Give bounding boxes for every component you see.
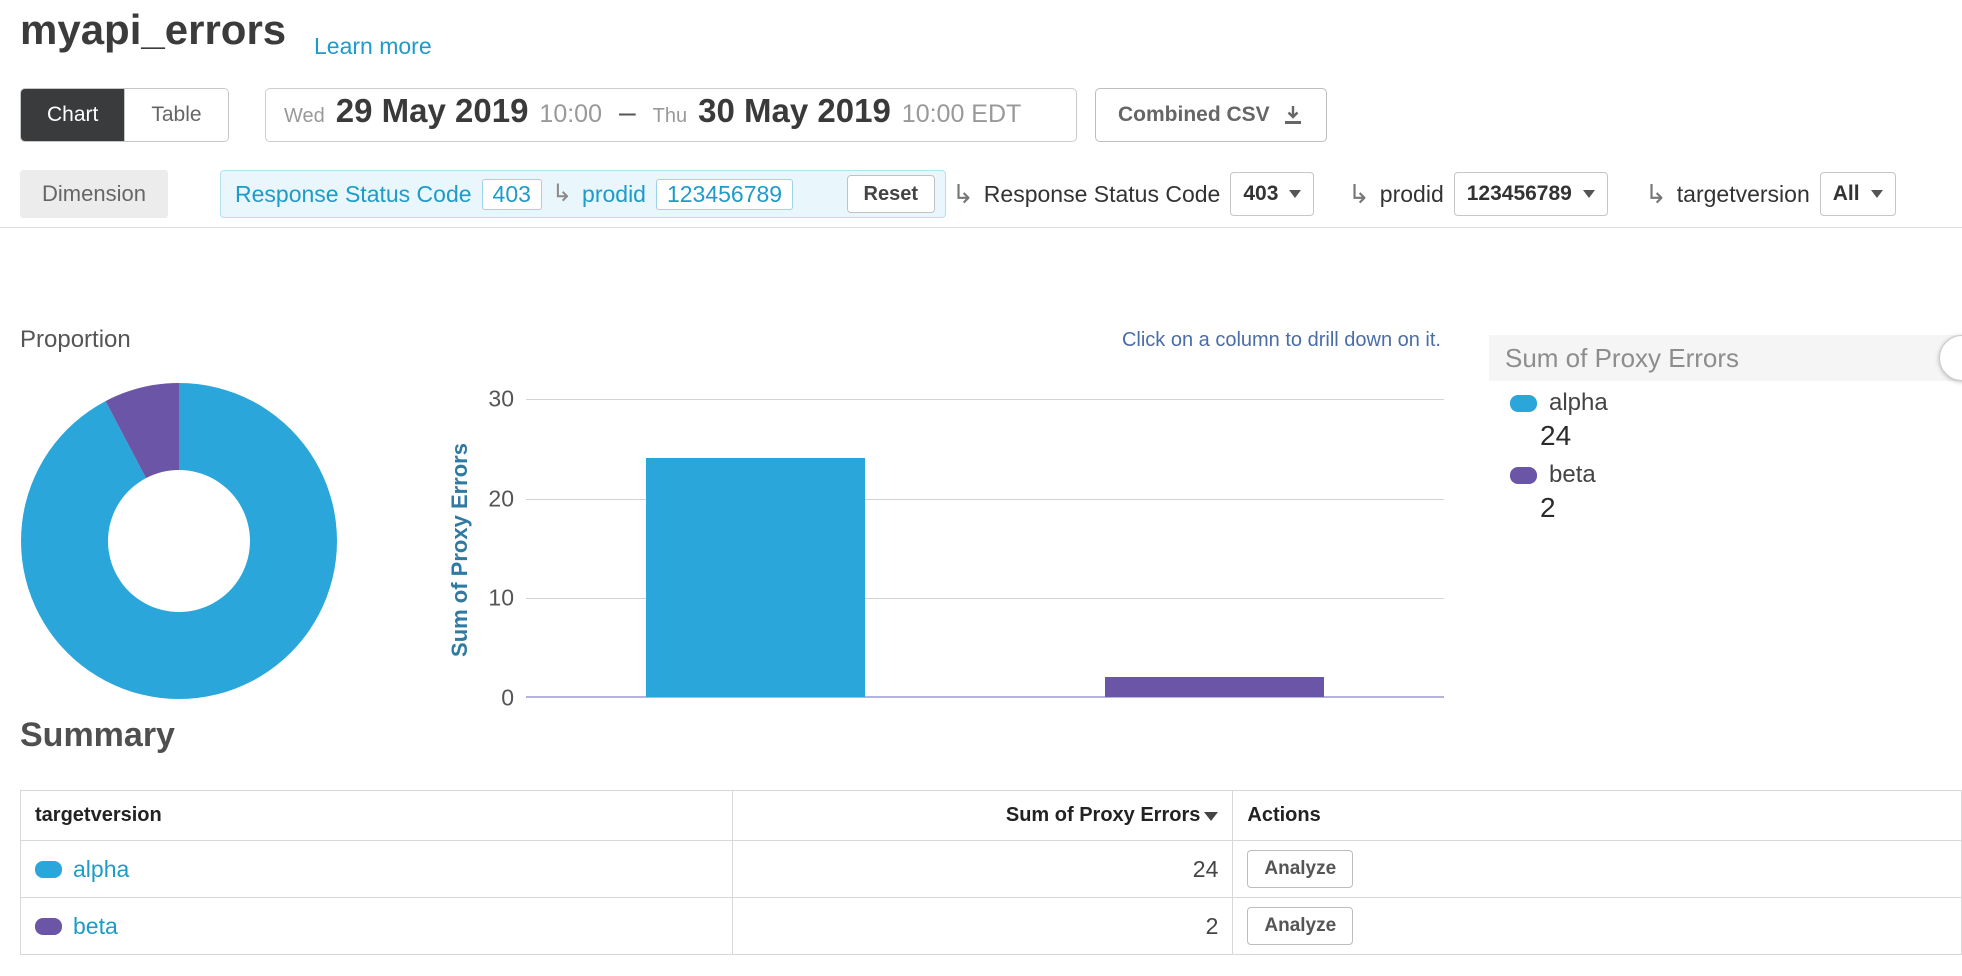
y-tick-30: 30: [468, 386, 514, 413]
legend-item-label: alpha: [1549, 389, 1608, 417]
legend-item-value: 2: [1540, 492, 1556, 524]
drilldown-arrow-icon: ↳: [552, 182, 572, 206]
custom-report-page: myapi_errors Learn more Chart Table Wed …: [0, 0, 1962, 976]
table-row-alpha: alpha 24 Analyze: [21, 841, 1962, 898]
y-tick-20: 20: [468, 486, 514, 513]
end-day: Thu: [653, 105, 687, 128]
alpha-link[interactable]: alpha: [73, 856, 129, 883]
section-divider: [0, 227, 1962, 228]
drilldown-label: Response Status Code: [984, 181, 1221, 208]
col-header-sum-of-proxy-errors[interactable]: Sum of Proxy Errors: [732, 791, 1233, 841]
selected-value: 403: [1243, 182, 1278, 206]
date-range-text: Wed 29 May 2019 10:00 – Thu 30 May 2019 …: [284, 92, 1021, 130]
gridline-30: [526, 399, 1444, 400]
y-tick-0: 0: [468, 685, 514, 712]
learn-more-link[interactable]: Learn more: [314, 33, 432, 60]
end-time: 10:00 EDT: [902, 100, 1022, 129]
start-time: 10:00: [539, 100, 602, 129]
drilldown-arrow-icon: ↳: [1645, 181, 1667, 207]
bar-beta[interactable]: [1105, 677, 1324, 697]
bar-chart-y-axis-label: Sum of Proxy Errors: [447, 443, 473, 657]
analyze-beta-button[interactable]: Analyze: [1247, 907, 1353, 945]
legend-item-value: 24: [1540, 420, 1571, 452]
start-day: Wed: [284, 105, 325, 128]
proportion-label: Proportion: [20, 326, 131, 354]
beta-series-swatch: [35, 918, 62, 935]
table-view-button[interactable]: Table: [124, 89, 227, 141]
drilldown-response-status-code: ↳ Response Status Code 403: [952, 170, 1314, 218]
alpha-series-swatch: [35, 861, 62, 878]
date-range-picker[interactable]: Wed 29 May 2019 10:00 – Thu 30 May 2019 …: [265, 88, 1077, 142]
legend-item-label: beta: [1549, 461, 1596, 489]
summary-title: Summary: [20, 716, 175, 755]
table-header-row: targetversion Sum of Proxy Errors Action…: [21, 791, 1962, 841]
drilldown-prodid: ↳ prodid 123456789: [1348, 170, 1608, 218]
table-row-beta: beta 2 Analyze: [21, 898, 1962, 955]
breadcrumb-value-2[interactable]: 123456789: [656, 179, 793, 210]
dimension-breadcrumb: Response Status Code 403 ↳ prodid 123456…: [220, 170, 946, 218]
beta-series-swatch: [1510, 467, 1537, 484]
legend-header: Sum of Proxy Errors: [1489, 335, 1962, 381]
end-date: 30 May 2019: [698, 92, 891, 130]
beta-value: 2: [732, 898, 1233, 955]
drilldown-arrow-icon: ↳: [1348, 181, 1370, 207]
breadcrumb-dimension-1[interactable]: Response Status Code: [235, 181, 472, 208]
targetversion-select[interactable]: All: [1820, 172, 1896, 216]
selected-value: All: [1833, 182, 1860, 206]
drilldown-arrow-icon: ↳: [952, 181, 974, 207]
response-status-code-select[interactable]: 403: [1230, 172, 1314, 216]
caret-down-icon: [1871, 190, 1883, 198]
sort-desc-icon: [1204, 812, 1218, 821]
breadcrumb-dimension-2[interactable]: prodid: [582, 181, 646, 208]
selected-value: 123456789: [1467, 182, 1572, 206]
col-header-actions: Actions: [1233, 791, 1962, 841]
bar-plot: [526, 399, 1444, 698]
drilldown-label: prodid: [1380, 181, 1444, 208]
legend-item-beta: beta: [1510, 461, 1596, 489]
alpha-series-swatch: [1510, 395, 1537, 412]
legend-item-alpha: alpha: [1510, 389, 1608, 417]
reset-button[interactable]: Reset: [847, 175, 935, 213]
drilldown-hint: Click on a column to drill down on it.: [1122, 329, 1441, 352]
drilldown-label: targetversion: [1677, 181, 1810, 208]
drilldown-targetversion: ↳ targetversion All: [1645, 170, 1896, 218]
beta-link[interactable]: beta: [73, 913, 118, 940]
date-separator: –: [619, 96, 636, 130]
download-icon: [1282, 104, 1304, 126]
chart-view-button[interactable]: Chart: [21, 89, 124, 141]
view-toggle: Chart Table: [20, 88, 229, 142]
donut-chart[interactable]: [19, 381, 339, 701]
start-date: 29 May 2019: [336, 92, 529, 130]
breadcrumb-value-1[interactable]: 403: [482, 179, 542, 210]
summary-table: targetversion Sum of Proxy Errors Action…: [20, 790, 1962, 955]
y-tick-10: 10: [468, 585, 514, 612]
donut-slice-alpha[interactable]: [21, 383, 337, 699]
caret-down-icon: [1289, 190, 1301, 198]
bar-alpha[interactable]: [646, 458, 865, 697]
prodid-select[interactable]: 123456789: [1454, 172, 1608, 216]
page-title: myapi_errors: [20, 6, 286, 54]
legend-title: Sum of Proxy Errors: [1505, 343, 1739, 374]
combined-csv-button[interactable]: Combined CSV: [1095, 88, 1327, 142]
csv-button-label: Combined CSV: [1118, 103, 1270, 127]
col-header-targetversion: targetversion: [21, 791, 733, 841]
dimension-label: Dimension: [20, 170, 168, 218]
alpha-value: 24: [732, 841, 1233, 898]
analyze-alpha-button[interactable]: Analyze: [1247, 850, 1353, 888]
caret-down-icon: [1583, 190, 1595, 198]
